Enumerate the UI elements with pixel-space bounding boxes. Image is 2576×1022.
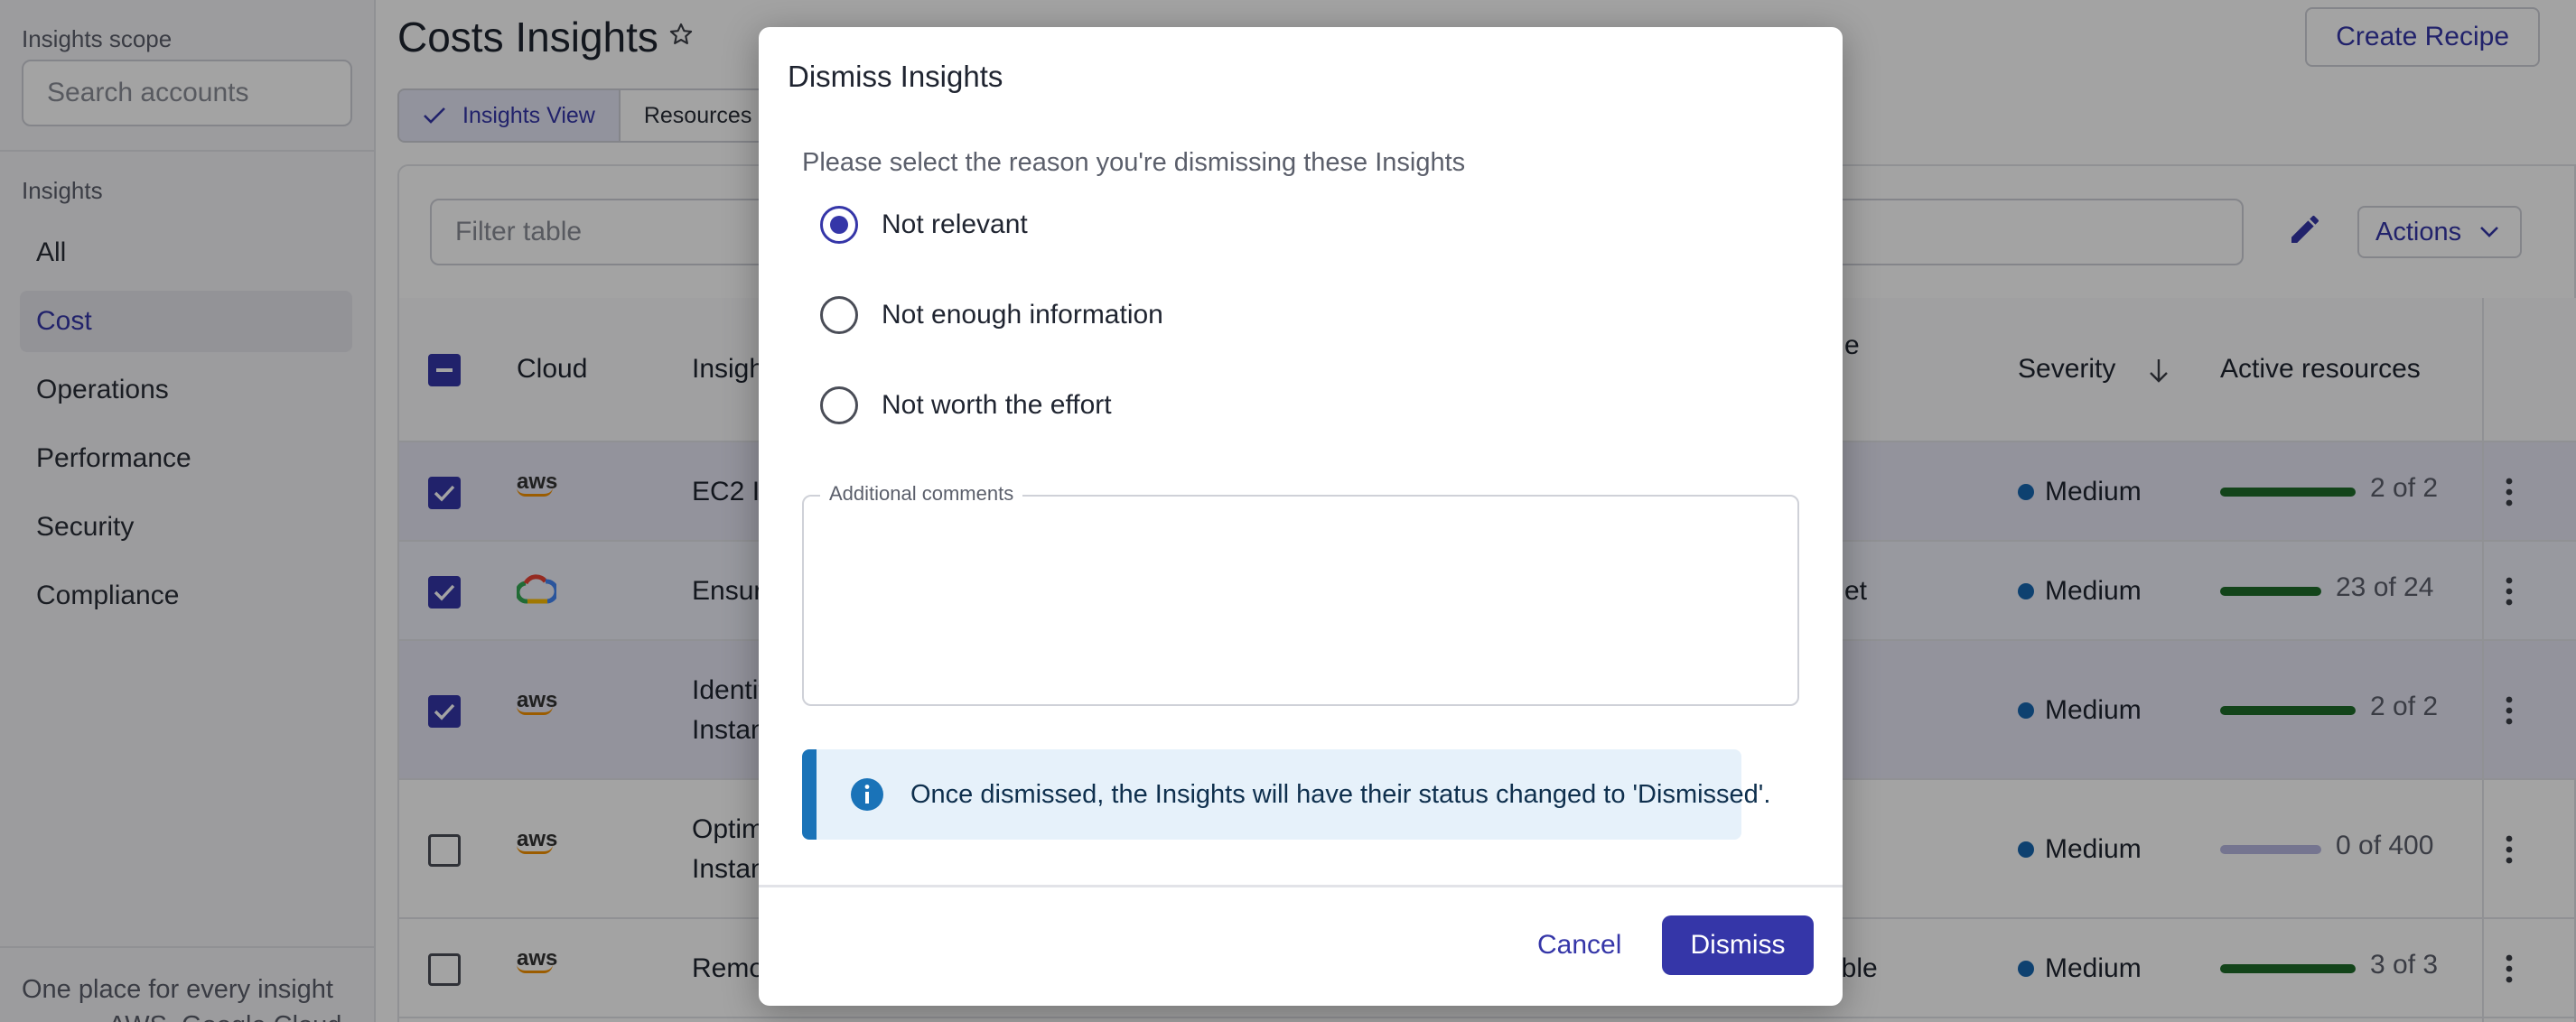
reason-label: Not enough information — [882, 300, 1163, 330]
dialog-prompt: Please select the reason you're dismissi… — [802, 148, 1466, 177]
info-banner: Once dismissed, the Insights will have t… — [802, 749, 1770, 840]
dialog-footer-divider — [759, 885, 1843, 887]
info-icon — [849, 776, 885, 813]
info-text: Once dismissed, the Insights will have t… — [910, 779, 1771, 809]
dismiss-insights-dialog: Dismiss Insights Please select the reaso… — [759, 27, 1843, 1006]
radio-button[interactable] — [820, 386, 858, 424]
additional-comments-textarea[interactable]: Additional comments — [802, 482, 1799, 706]
reason-label: Not relevant — [882, 209, 1028, 239]
reason-label: Not worth the effort — [882, 390, 1112, 420]
reason-option-not-relevant[interactable]: Not relevant — [820, 206, 1028, 244]
reason-option-not-worth-the-effort[interactable]: Not worth the effort — [820, 386, 1112, 424]
radio-button-checked[interactable] — [820, 206, 858, 244]
additional-comments-label: Additional comments — [820, 482, 1023, 506]
reason-option-not-enough-information[interactable]: Not enough information — [820, 296, 1163, 334]
dismiss-button[interactable]: Dismiss — [1662, 915, 1814, 975]
cancel-button[interactable]: Cancel — [1517, 915, 1641, 975]
dialog-title: Dismiss Insights — [788, 60, 1003, 93]
radio-button[interactable] — [820, 296, 858, 334]
